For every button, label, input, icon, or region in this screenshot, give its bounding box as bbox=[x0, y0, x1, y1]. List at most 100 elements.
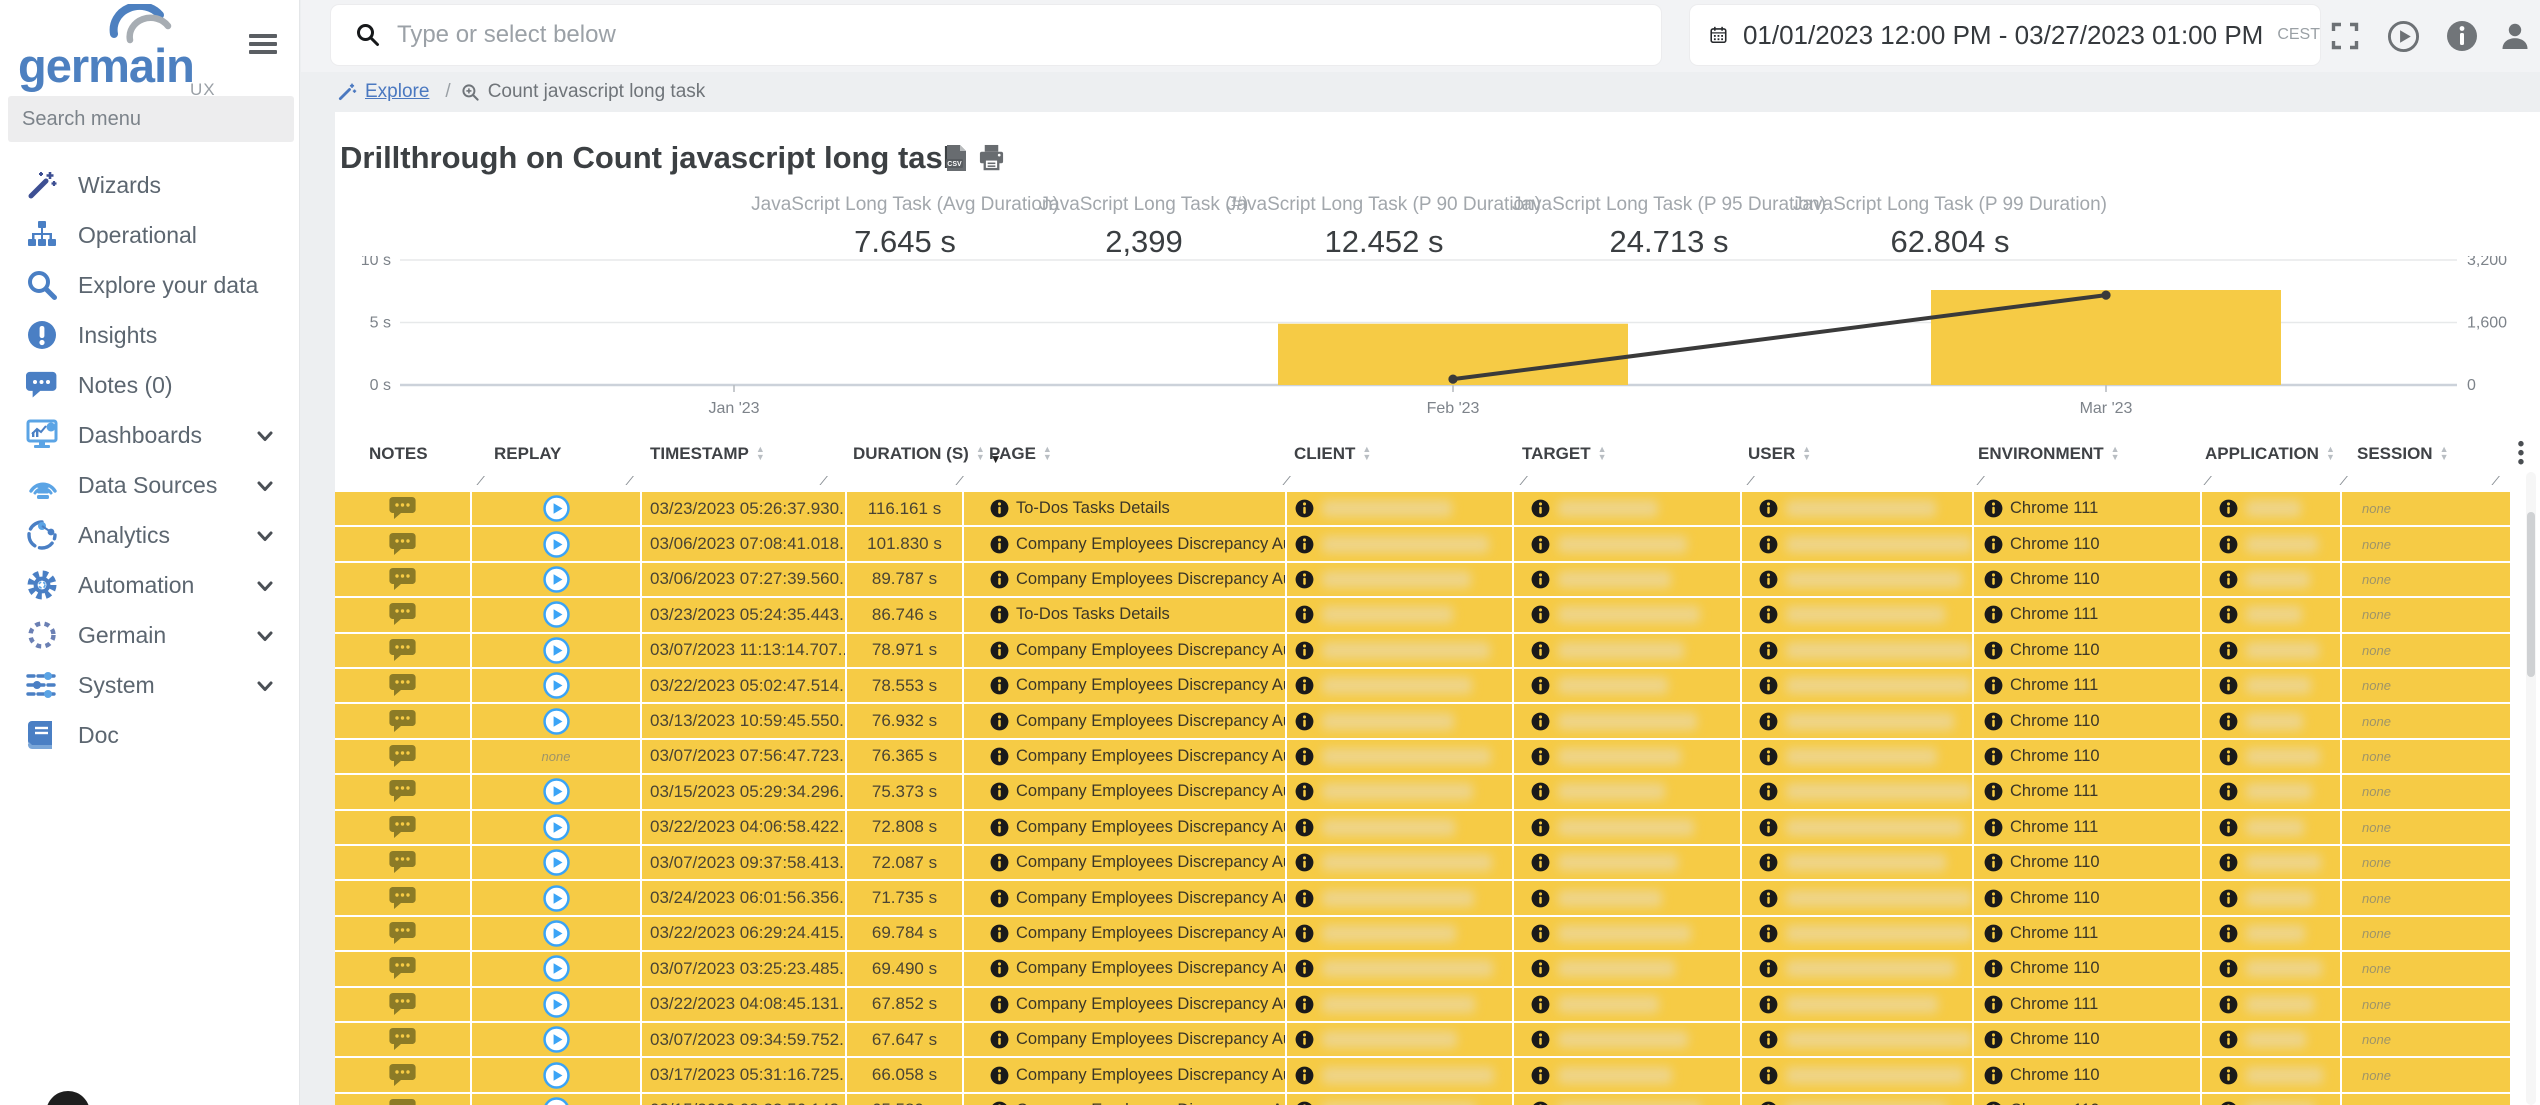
cell-application[interactable] bbox=[2200, 952, 2340, 986]
cell-client[interactable] bbox=[1285, 952, 1512, 986]
cell-notes[interactable] bbox=[335, 917, 470, 950]
cell-environment[interactable]: Chrome 111 bbox=[1972, 916, 2200, 951]
cell-replay[interactable] bbox=[470, 1093, 640, 1105]
info-icon[interactable] bbox=[1984, 853, 2003, 872]
replay-play-icon[interactable] bbox=[542, 920, 570, 947]
cell-user[interactable] bbox=[1740, 846, 1972, 880]
info-icon[interactable] bbox=[1984, 535, 2003, 554]
cell-notes[interactable] bbox=[335, 492, 470, 525]
table-row[interactable]: 03/22/2023 06:29:24.415... 69.784 s Comp… bbox=[335, 916, 2510, 953]
info-icon[interactable] bbox=[1759, 818, 1778, 837]
column-header-timestamp[interactable]: TIMESTAMP ▲ ▼ bbox=[650, 438, 765, 470]
info-icon[interactable] bbox=[1984, 782, 2003, 801]
info-icon[interactable] bbox=[2219, 782, 2238, 801]
info-icon[interactable] bbox=[1984, 995, 2003, 1014]
info-icon[interactable] bbox=[1759, 1066, 1778, 1085]
notes-icon[interactable] bbox=[389, 886, 416, 911]
cell-notes[interactable] bbox=[335, 1094, 470, 1105]
sidebar-item-system[interactable]: System bbox=[0, 660, 300, 710]
info-icon[interactable] bbox=[1295, 853, 1314, 872]
column-resize-grip[interactable]: ∕∕ bbox=[2343, 473, 2359, 488]
cell-user[interactable] bbox=[1740, 739, 1972, 774]
info-icon[interactable] bbox=[990, 535, 1009, 554]
column-header-environment[interactable]: ENVIRONMENT ▲ ▼ bbox=[1978, 438, 2120, 470]
sidebar-item-operational[interactable]: Operational bbox=[0, 210, 300, 260]
info-icon[interactable] bbox=[1984, 1030, 2003, 1049]
cell-environment[interactable]: Chrome 110 bbox=[1972, 952, 2200, 986]
info-icon[interactable] bbox=[1295, 676, 1314, 695]
info-icon[interactable] bbox=[1984, 924, 2003, 943]
info-icon[interactable] bbox=[2219, 712, 2238, 731]
cell-target[interactable] bbox=[1512, 846, 1740, 880]
info-icon[interactable] bbox=[2219, 499, 2238, 518]
info-icon[interactable] bbox=[1759, 1030, 1778, 1049]
cell-page[interactable]: Company Employees Discrepancy Audit bbox=[962, 881, 1285, 915]
replay-play-icon[interactable] bbox=[542, 884, 570, 912]
info-icon[interactable] bbox=[990, 959, 1009, 978]
cell-application[interactable] bbox=[2200, 598, 2340, 632]
notes-icon[interactable] bbox=[389, 956, 416, 981]
notes-icon[interactable] bbox=[389, 779, 416, 804]
info-icon[interactable] bbox=[1759, 747, 1778, 766]
info-icon[interactable] bbox=[990, 889, 1009, 908]
cell-client[interactable] bbox=[1285, 633, 1512, 667]
table-row[interactable]: 03/23/2023 05:24:35.443... 86.746 s To-D… bbox=[335, 598, 2510, 634]
cell-target[interactable] bbox=[1512, 916, 1740, 951]
cell-replay[interactable] bbox=[470, 846, 640, 880]
info-icon[interactable] bbox=[1984, 959, 2003, 978]
notes-icon[interactable] bbox=[389, 1098, 416, 1105]
info-icon[interactable] bbox=[1759, 889, 1778, 908]
cell-page[interactable]: Company Employees Discrepancy Audit bbox=[962, 562, 1285, 597]
replay-play-icon[interactable] bbox=[542, 672, 570, 699]
cell-page[interactable]: Company Employees Discrepancy Audit bbox=[962, 846, 1285, 880]
replay-play-icon[interactable] bbox=[542, 707, 570, 735]
table-row[interactable]: 03/22/2023 05:02:47.514... 78.553 s Comp… bbox=[335, 669, 2510, 705]
cell-application[interactable] bbox=[2200, 739, 2340, 774]
notes-icon[interactable] bbox=[389, 744, 416, 769]
info-icon[interactable] bbox=[1759, 924, 1778, 943]
notes-icon[interactable] bbox=[389, 673, 416, 698]
date-range-picker[interactable]: 01/01/2023 12:00 PM - 03/27/2023 01:00 P… bbox=[1690, 5, 2320, 65]
info-icon[interactable] bbox=[1531, 641, 1550, 660]
replay-play-icon[interactable] bbox=[542, 637, 570, 664]
chevron-down-icon[interactable] bbox=[254, 475, 276, 497]
info-icon[interactable] bbox=[1984, 1066, 2003, 1085]
info-icon[interactable] bbox=[1984, 499, 2003, 518]
cell-page[interactable]: Company Employees Discrepancy Audit bbox=[962, 987, 1285, 1021]
cell-notes[interactable] bbox=[335, 811, 470, 844]
play-button[interactable] bbox=[2387, 20, 2421, 54]
cell-replay[interactable] bbox=[470, 704, 640, 738]
column-resize-grip[interactable]: ∕∕ bbox=[629, 473, 645, 488]
column-header-notes[interactable]: NOTES bbox=[369, 438, 428, 470]
info-icon[interactable] bbox=[1531, 889, 1550, 908]
notes-icon[interactable] bbox=[389, 496, 416, 521]
cell-target[interactable] bbox=[1512, 739, 1740, 774]
cell-environment[interactable]: Chrome 110 bbox=[1972, 846, 2200, 880]
column-header-client[interactable]: CLIENT ▲ ▼ bbox=[1294, 438, 1371, 470]
info-icon[interactable] bbox=[1759, 676, 1778, 695]
cell-notes[interactable] bbox=[335, 846, 470, 879]
cell-page[interactable]: Company Employees Discrepancy Audit bbox=[962, 1093, 1285, 1105]
info-icon[interactable] bbox=[2219, 924, 2238, 943]
cell-replay[interactable] bbox=[470, 527, 640, 561]
cell-user[interactable] bbox=[1740, 1023, 1972, 1057]
sidebar-item-automation[interactable]: Automation bbox=[0, 560, 300, 610]
cell-application[interactable] bbox=[2200, 810, 2340, 844]
info-icon[interactable] bbox=[990, 676, 1009, 695]
cell-target[interactable] bbox=[1512, 704, 1740, 738]
fullscreen-button[interactable] bbox=[2329, 20, 2363, 54]
cell-client[interactable] bbox=[1285, 916, 1512, 951]
cell-application[interactable] bbox=[2200, 1058, 2340, 1092]
info-icon[interactable] bbox=[1759, 1101, 1778, 1105]
cell-environment[interactable]: Chrome 110 bbox=[1972, 1093, 2200, 1105]
info-icon[interactable] bbox=[1531, 676, 1550, 695]
cell-environment[interactable]: Chrome 110 bbox=[1972, 1023, 2200, 1057]
chevron-down-icon[interactable] bbox=[254, 625, 276, 647]
sidebar-item-notes-0[interactable]: Notes (0) bbox=[0, 360, 300, 410]
table-row[interactable]: 03/07/2023 09:34:59.752... 67.647 s Comp… bbox=[335, 1023, 2510, 1059]
sidebar-item-insights[interactable]: Insights bbox=[0, 310, 300, 360]
cell-environment[interactable]: Chrome 110 bbox=[1972, 633, 2200, 667]
cell-notes[interactable] bbox=[335, 952, 470, 985]
cell-application[interactable] bbox=[2200, 562, 2340, 597]
table-row[interactable]: 03/17/2023 05:31:16.725... 66.058 s Comp… bbox=[335, 1058, 2510, 1094]
